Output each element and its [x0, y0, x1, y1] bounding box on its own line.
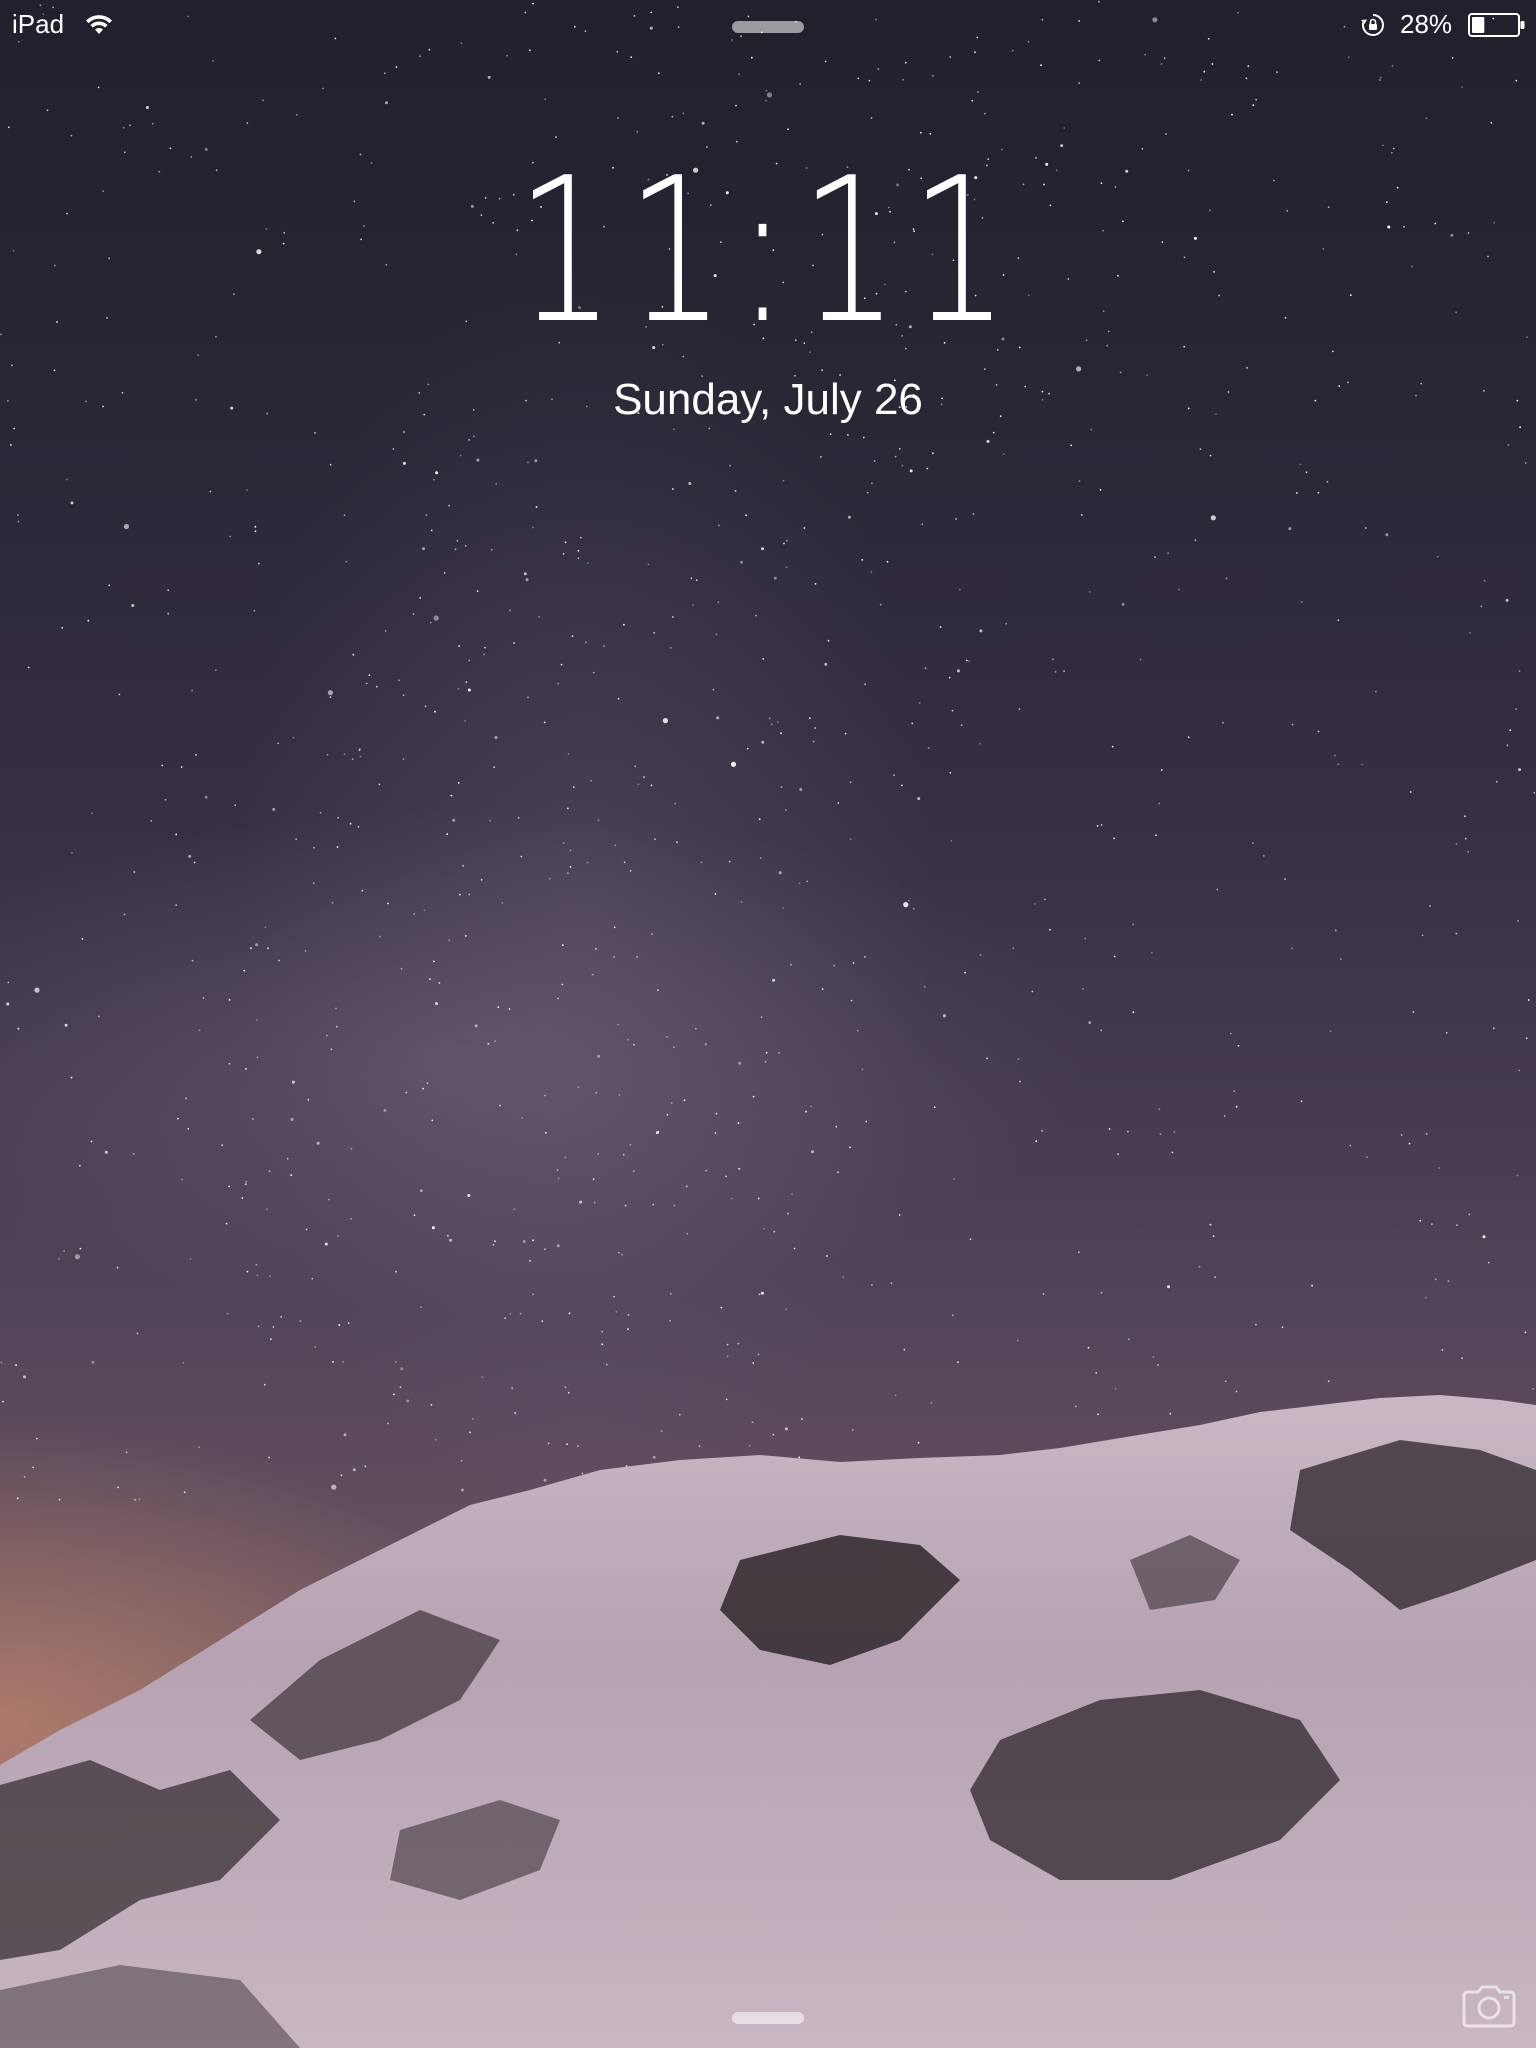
- carrier-label: iPad: [12, 9, 65, 39]
- rotation-lock-icon: [1361, 14, 1384, 36]
- lock-screen-date: Sunday, July 26: [613, 375, 923, 424]
- notification-center-grabber[interactable]: [732, 21, 804, 33]
- battery-percent: 28%: [1400, 9, 1453, 39]
- lock-screen-clock: 11:11: [515, 135, 1021, 368]
- wifi-icon: [86, 15, 112, 34]
- control-center-grabber[interactable]: [732, 2012, 804, 2024]
- battery-icon: [1468, 13, 1525, 37]
- camera-icon[interactable]: [1460, 1984, 1518, 2028]
- lock-screen: iPad 28% 11:11 Sunday, July 26: [0, 0, 1536, 2048]
